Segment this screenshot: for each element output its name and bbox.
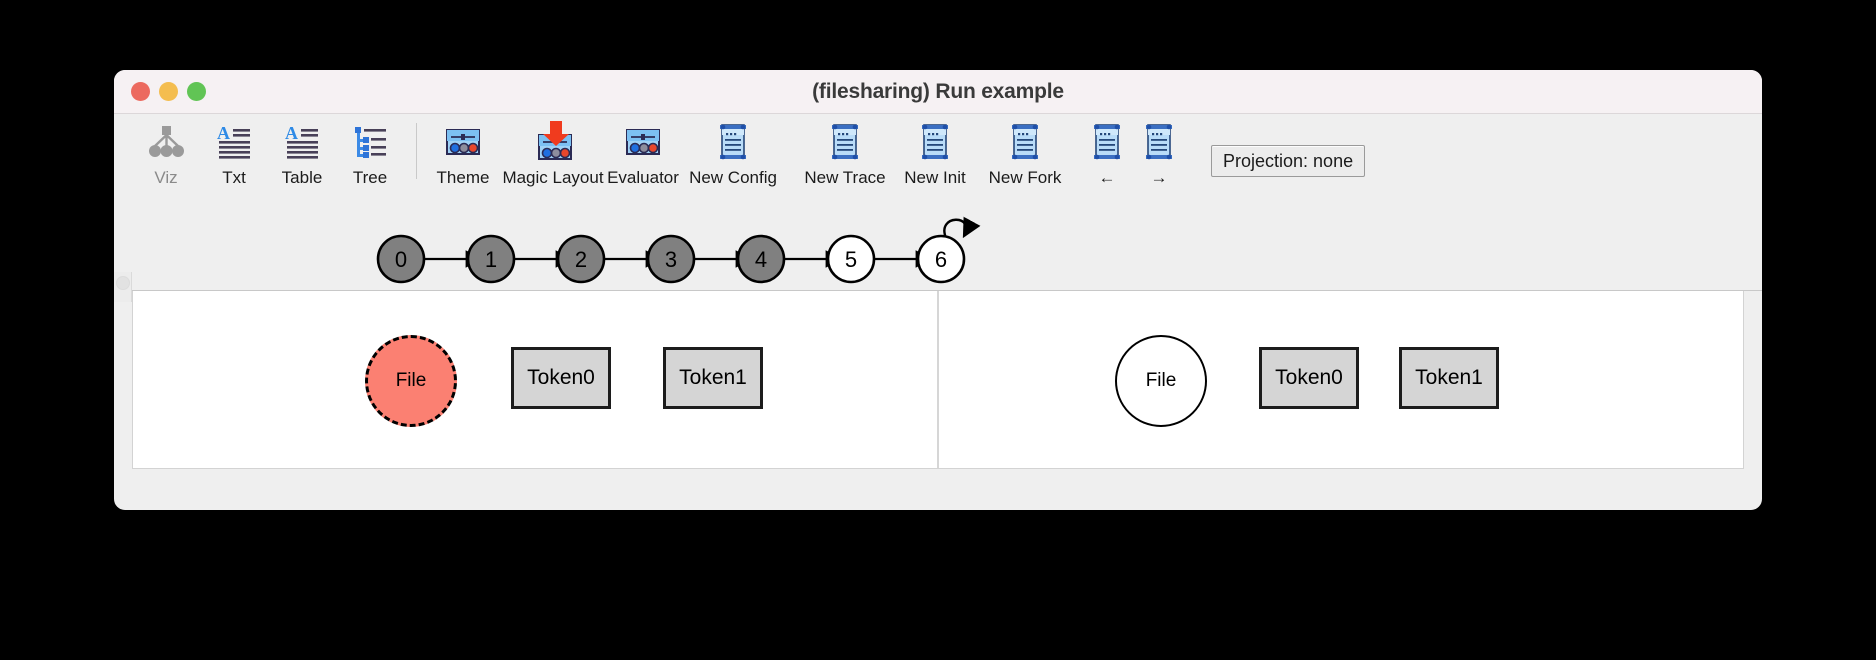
- zoom-button[interactable]: [187, 82, 206, 101]
- toolbar-button-tree[interactable]: Tree: [336, 119, 404, 188]
- toolbar-button-viz[interactable]: Viz: [132, 119, 200, 188]
- projection-badge[interactable]: Projection: none: [1211, 145, 1366, 177]
- atom-token0-current[interactable]: Token0: [511, 347, 611, 409]
- atom-token1-next[interactable]: Token1: [1399, 347, 1499, 409]
- toolbar-button-theme[interactable]: Theme: [429, 119, 497, 188]
- trace-node-1: 1: [466, 234, 516, 284]
- window-title: (filesharing) Run example: [812, 79, 1064, 103]
- atom-token1-label: Token1: [679, 366, 747, 389]
- toolbar-label-txt: Txt: [222, 168, 246, 187]
- scroll-icon: [713, 119, 753, 165]
- next-state-pane[interactable]: File Token0 Token1: [939, 291, 1743, 468]
- scroll-icon: [1087, 119, 1127, 165]
- toolbar-button-previous[interactable]: ←: [1081, 119, 1133, 188]
- toolbar-label-next: →: [1150, 168, 1168, 187]
- scroll-icon: [915, 119, 955, 165]
- toolbar-label-new-init: New Init: [904, 168, 966, 187]
- theme-panel-icon: [443, 119, 483, 165]
- toolbar-label-viz: Viz: [154, 168, 178, 187]
- trace-node-3: 3: [646, 234, 696, 284]
- close-button[interactable]: [131, 82, 150, 101]
- main-toolbar: Viz A Txt A Table Tree Theme Magic Layou…: [114, 114, 1762, 212]
- current-state-content: File Token0 Token1: [133, 291, 937, 468]
- toolbar-button-new-fork[interactable]: New Fork: [969, 119, 1081, 188]
- toolbar-button-next[interactable]: →: [1133, 119, 1185, 188]
- atom-token1-label: Token1: [1415, 366, 1483, 389]
- toolbar-label-new-trace: New Trace: [804, 168, 886, 187]
- window-titlebar: (filesharing) Run example: [114, 70, 1762, 114]
- svg-text:5: 5: [845, 247, 857, 272]
- toolbar-button-table[interactable]: A Table: [268, 119, 336, 188]
- screen-root: (filesharing) Run example Viz A Txt A Ta…: [0, 0, 1876, 660]
- evaluator-icon: [623, 119, 663, 165]
- toolbar-label-evaluator: Evaluator: [607, 168, 679, 187]
- toolbar-label-previous: ←: [1098, 168, 1116, 187]
- visualization-panes: File Token0 Token1 File Token0 Token1: [132, 291, 1744, 469]
- svg-text:3: 3: [665, 247, 677, 272]
- next-state-content: File Token0 Token1: [939, 291, 1743, 468]
- trace-node-4: 4: [736, 234, 786, 284]
- toolbar-label-magic-layout: Magic Layout: [502, 168, 604, 187]
- splitter-dot-icon: [115, 276, 130, 290]
- toolbar-button-evaluator[interactable]: Evaluator: [607, 119, 679, 188]
- tree-list-icon: [351, 119, 389, 165]
- atom-token0-next[interactable]: Token0: [1259, 347, 1359, 409]
- trace-node-6: 6: [916, 234, 966, 284]
- scroll-icon: [825, 119, 865, 165]
- svg-text:A: A: [285, 123, 298, 143]
- table-icon: A: [283, 119, 321, 165]
- toolbar-label-new-config: New Config: [689, 168, 777, 187]
- svg-text:A: A: [217, 123, 230, 143]
- pane-splitter-handle[interactable]: [114, 272, 132, 302]
- toolbar-button-new-init[interactable]: New Init: [901, 119, 969, 188]
- minimize-button[interactable]: [159, 82, 178, 101]
- toolbar-button-new-config[interactable]: New Config: [677, 119, 789, 188]
- atom-token0-label: Token0: [1275, 366, 1343, 389]
- svg-text:4: 4: [755, 247, 767, 272]
- toolbar-button-magic-layout[interactable]: Magic Layout: [497, 119, 609, 188]
- svg-text:0: 0: [395, 247, 407, 272]
- toolbar-label-new-fork: New Fork: [988, 168, 1062, 187]
- trace-node-2: 2: [556, 234, 606, 284]
- current-state-pane[interactable]: File Token0 Token1: [133, 291, 937, 468]
- hierarchy-tree-icon: [147, 119, 185, 165]
- toolbar-label-table: Table: [281, 168, 323, 187]
- toolbar-button-new-trace[interactable]: New Trace: [789, 119, 901, 188]
- toolbar-separator: [416, 123, 417, 179]
- svg-text:2: 2: [575, 247, 587, 272]
- trace-node-5: 5: [826, 234, 876, 284]
- app-window: (filesharing) Run example Viz A Txt A Ta…: [114, 70, 1762, 510]
- atom-token1-current[interactable]: Token1: [663, 347, 763, 409]
- window-controls: [131, 82, 206, 101]
- svg-text:6: 6: [935, 247, 947, 272]
- atom-token0-label: Token0: [527, 366, 595, 389]
- toolbar-button-txt[interactable]: A Txt: [200, 119, 268, 188]
- toolbar-label-tree: Tree: [352, 168, 388, 187]
- text-document-icon: A: [215, 119, 253, 165]
- scroll-icon: [1139, 119, 1179, 165]
- atom-file-label: File: [1145, 370, 1177, 391]
- atom-file-label: File: [395, 370, 427, 391]
- magic-layout-icon: [530, 119, 576, 165]
- toolbar-label-theme: Theme: [436, 168, 490, 187]
- trace-graph[interactable]: 0 1 2 3 4 5 6: [114, 212, 1762, 290]
- trace-graph-strip: 0 1 2 3 4 5 6: [114, 212, 1762, 291]
- svg-text:1: 1: [485, 247, 497, 272]
- atom-file-next[interactable]: File: [1115, 335, 1207, 427]
- scroll-icon: [1005, 119, 1045, 165]
- trace-node-0: 0: [376, 234, 426, 284]
- atom-file-current[interactable]: File: [365, 335, 457, 427]
